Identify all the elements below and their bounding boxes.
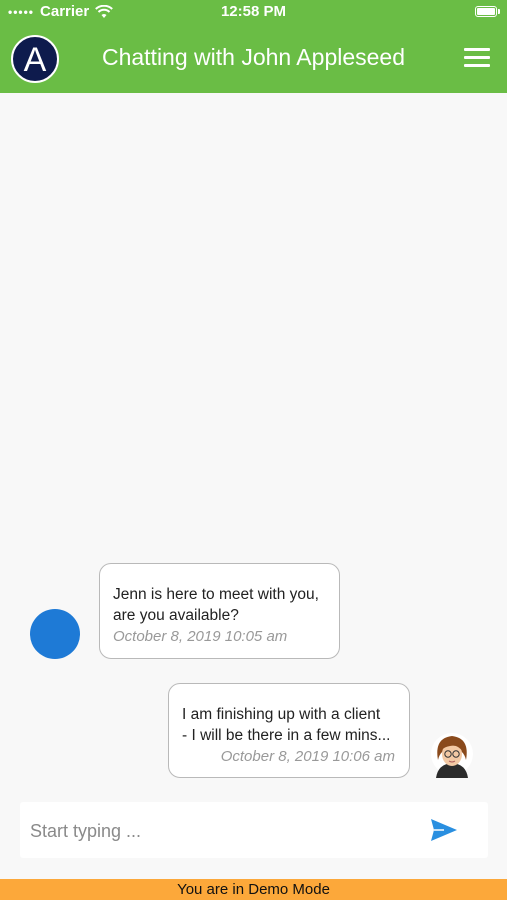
send-icon[interactable]: [430, 818, 458, 842]
message-bubble-incoming: Jenn is here to meet with you, are you a…: [99, 563, 340, 659]
battery-icon: [475, 6, 500, 17]
message-timestamp: October 8, 2019 10:05 am: [113, 628, 288, 645]
message-text-line: are you available?: [113, 607, 239, 624]
status-bar: ••••• Carrier 12:58 PM: [0, 0, 507, 26]
logo-letter: A: [24, 41, 47, 79]
message-timestamp: October 8, 2019 10:06 am: [220, 748, 395, 765]
page-title: Chatting with John Appleseed: [101, 44, 406, 70]
status-time: 12:58 PM: [220, 3, 287, 20]
user-avatar-icon: [431, 733, 473, 778]
contact-avatar: [30, 609, 80, 659]
message-text-line: Jenn is here to meet with you,: [113, 586, 319, 603]
hamburger-menu-icon[interactable]: [464, 48, 490, 68]
app-header: ••••• Carrier 12:58 PM A Chatting with J…: [0, 0, 507, 93]
message-input[interactable]: [20, 802, 422, 860]
message-text-line: - I will be there in a few mins...: [182, 727, 391, 744]
message-text-line: I am finishing up with a client: [182, 706, 381, 723]
app-logo-icon[interactable]: A: [11, 35, 59, 83]
message-composer: [20, 802, 488, 860]
demo-mode-banner: You are in Demo Mode: [0, 879, 507, 900]
message-bubble-outgoing: I am finishing up with a client - I will…: [168, 683, 410, 778]
